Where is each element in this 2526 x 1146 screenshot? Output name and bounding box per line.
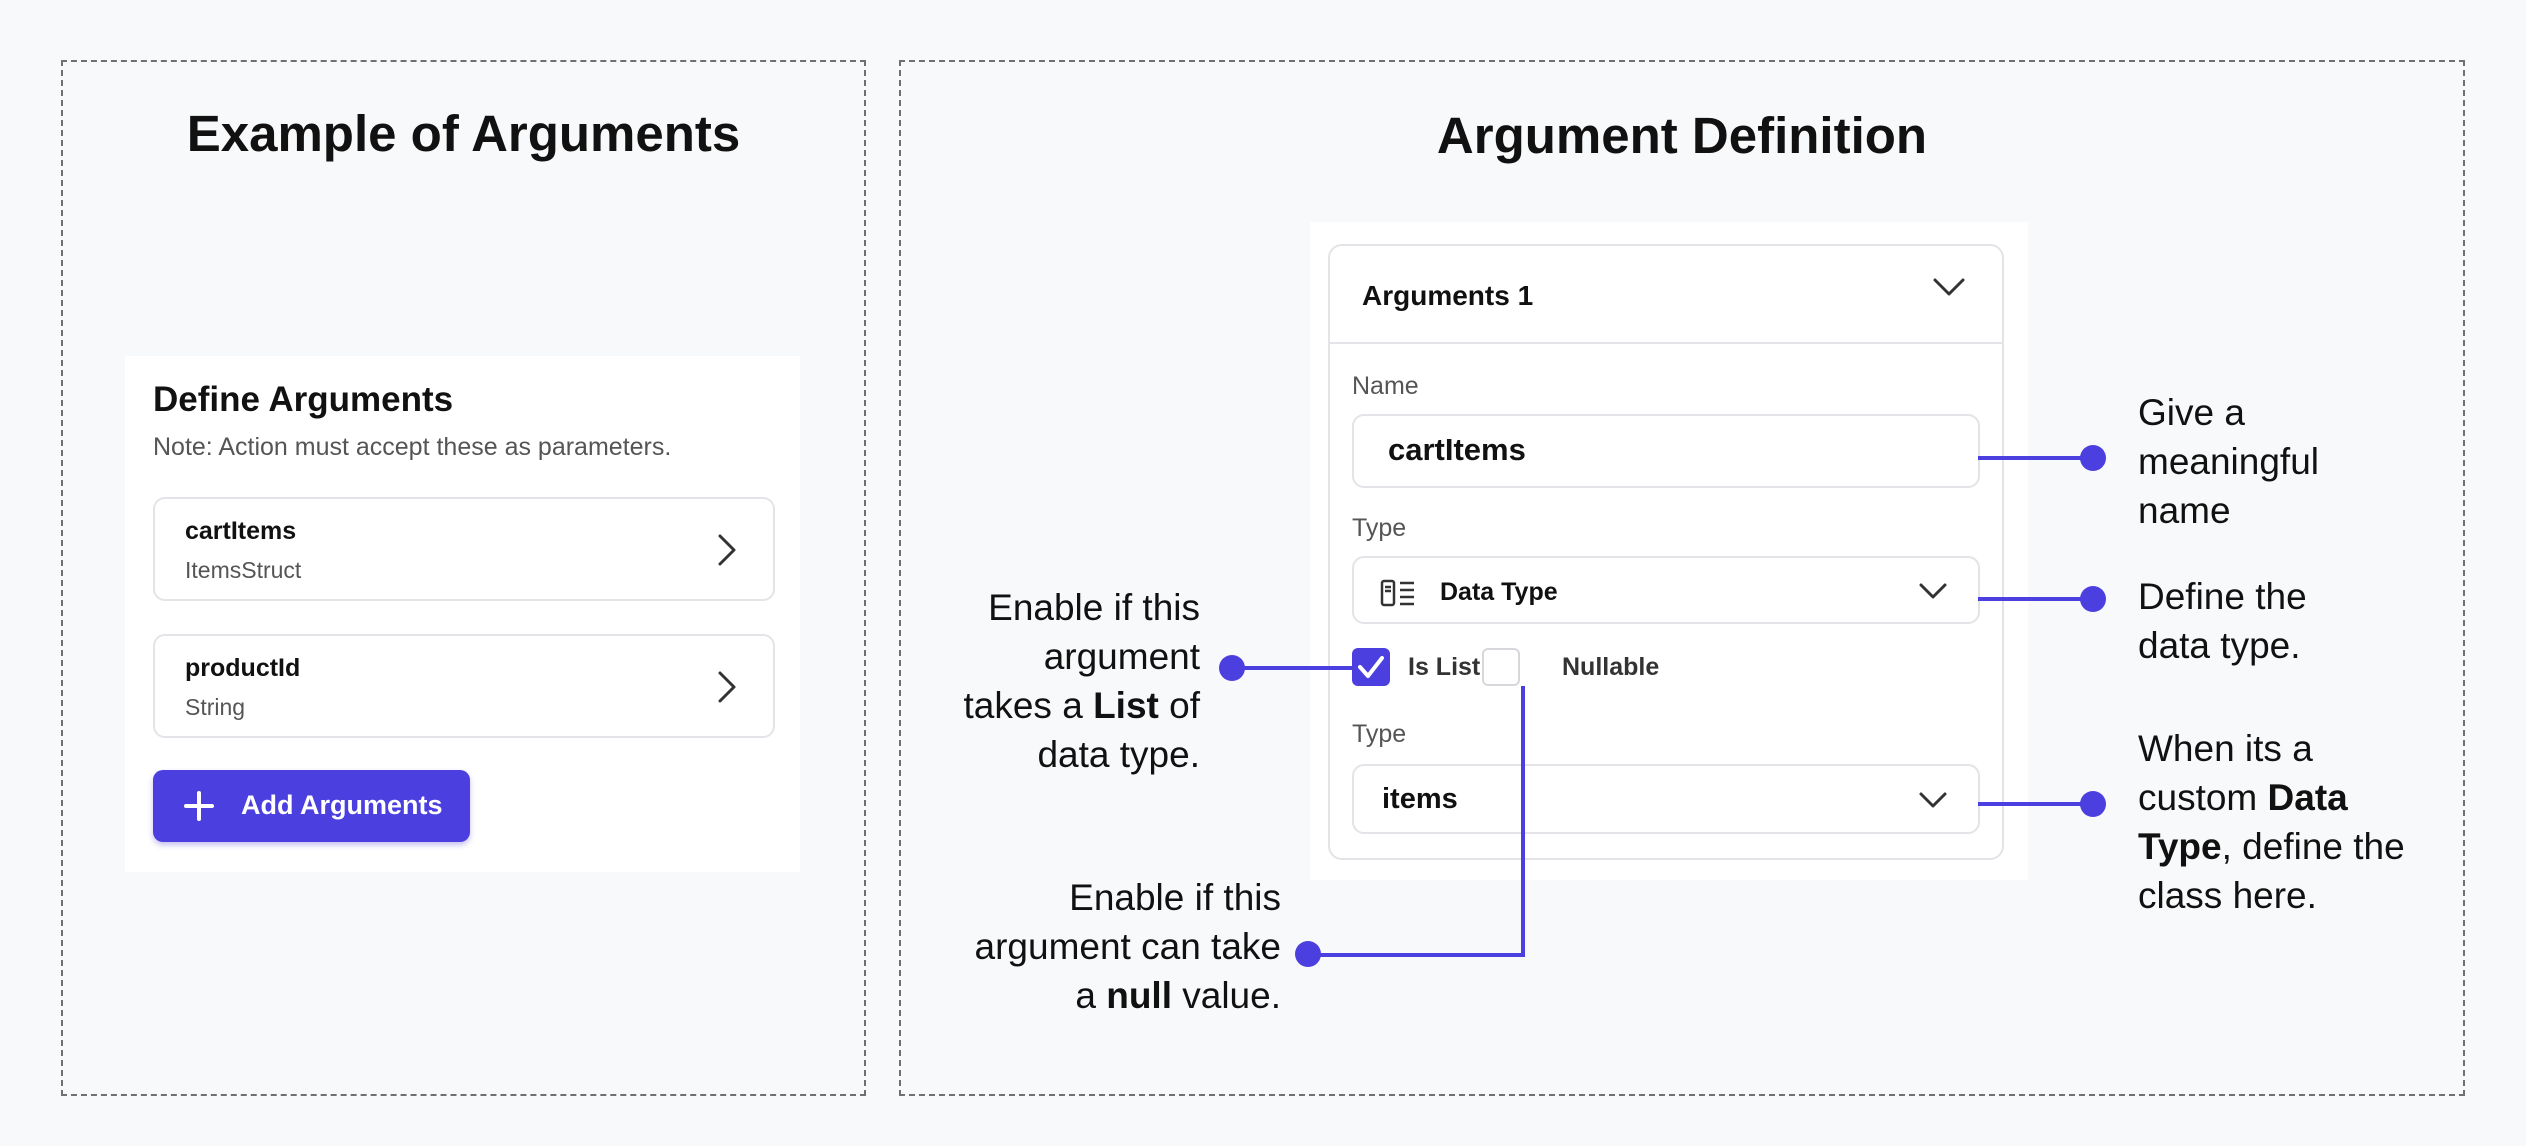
argument-type: ItemsStruct [185,557,302,583]
add-arguments-label: Add Arguments [241,790,443,820]
define-arguments-card: Define Arguments Note: Action must accep… [125,356,800,872]
argument-definition-form: Arguments 1 Name Type Data Type Is [1328,244,2004,860]
data-type-value: Data Type [1440,578,1558,606]
type2-label: Type [1352,720,1407,748]
define-arguments-note: Note: Action must accept these as parame… [153,433,672,461]
connector-nullable-vertical [1521,686,1525,957]
define-arguments-title: Define Arguments [153,380,454,419]
add-arguments-button[interactable]: Add Arguments [153,770,470,842]
connector-custom-type [1978,802,2093,806]
annotation-nullable: Enable if this argument can take a null … [974,877,1281,1016]
right-panel-title: Argument Definition [1436,107,1928,164]
plus-icon [183,790,215,829]
type-label: Type [1352,514,1407,542]
name-field[interactable] [1352,414,1980,488]
connector-dot-is-list [1219,655,1245,681]
is-list-label: Is List [1408,653,1481,681]
items-type-select[interactable]: items [1352,764,1980,834]
argument-row-cartitems[interactable]: cartItems ItemsStruct [153,497,775,601]
argument-name: productId [185,654,301,682]
connector-is-list [1232,666,1352,670]
chevron-down-icon [1918,582,1948,605]
arguments-accordion-header[interactable]: Arguments 1 [1330,246,2002,344]
name-label: Name [1352,372,1419,400]
left-panel-title: Example of Arguments [186,105,741,162]
connector-nullable-horizontal [1308,953,1525,957]
chevron-right-icon [717,533,737,572]
annotation-name: Give a meaningful name [2138,392,2320,531]
chevron-down-icon [1932,276,1966,303]
checkmark-icon [1358,656,1384,678]
data-type-icon [1380,578,1416,613]
name-input[interactable] [1388,430,1948,470]
connector-dot-data-type [2080,586,2106,612]
connector-name [1978,456,2093,460]
chevron-down-icon [1918,791,1948,814]
chevron-right-icon [717,670,737,709]
connector-dot-name [2080,445,2106,471]
annotation-data-type: Define the data type. [2138,576,2307,666]
annotation-custom-type: When its a custom Data Type, define the … [2138,728,2405,916]
items-type-value: items [1382,783,1458,815]
argument-name: cartItems [185,517,297,545]
argument-type: String [185,694,246,720]
connector-dot-custom-type [2080,791,2106,817]
argument-row-productid[interactable]: productId String [153,634,775,738]
connector-data-type [1978,597,2093,601]
nullable-checkbox[interactable] [1482,648,1520,686]
accordion-title: Arguments 1 [1362,280,1534,311]
is-list-checkbox[interactable] [1352,648,1390,686]
annotation-is-list: Enable if this argument takes a List of … [963,587,1201,775]
nullable-label: Nullable [1562,653,1660,681]
connector-dot-nullable [1295,941,1321,967]
data-type-select[interactable]: Data Type [1352,556,1980,624]
